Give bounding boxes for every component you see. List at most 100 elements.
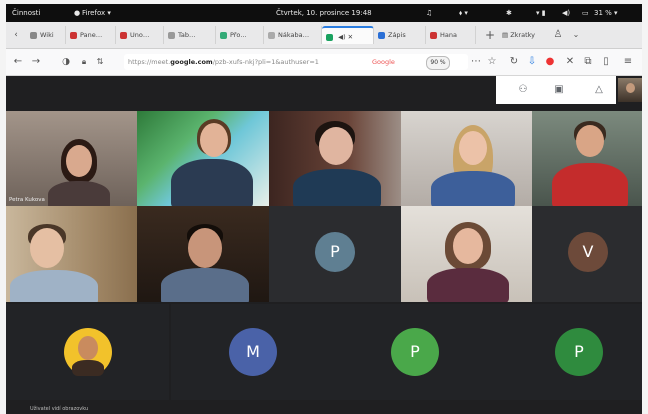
browser-tab[interactable]: Nákaba… — [264, 26, 322, 44]
participant-body — [293, 169, 381, 206]
close-x-icon[interactable]: ✕ — [562, 54, 578, 70]
video-tile[interactable] — [137, 206, 269, 302]
participant-body — [161, 268, 249, 302]
video-tile[interactable] — [6, 206, 137, 302]
clock[interactable]: Čtvrtek, 10. prosince 19:48 — [276, 4, 372, 22]
tab-favicon-icon — [268, 31, 275, 39]
network-icon[interactable]: ▾ ▮ — [536, 4, 546, 22]
tab-favicon-icon — [430, 31, 437, 39]
participant-name: Petra Kukova — [9, 197, 45, 203]
forward-button[interactable]: → — [28, 54, 44, 70]
participant-body — [10, 270, 98, 302]
url-bar[interactable]: https://meet.google.com/pzb-xufs-nkj?pli… — [124, 54, 468, 70]
activities-button[interactable]: Činnosti — [12, 4, 40, 22]
video-tile[interactable]: V — [532, 206, 642, 302]
site-label: Google — [372, 58, 395, 66]
activities-icon[interactable]: △ — [592, 84, 606, 96]
video-tile[interactable] — [401, 111, 532, 206]
browser-tab[interactable]: Zápis — [374, 26, 426, 44]
bottom-caption: Uživatel vidí obrazovku — [30, 406, 89, 412]
tab-label: Zápis — [388, 31, 406, 39]
video-tile[interactable] — [401, 206, 532, 302]
tab-label: Přo… — [230, 31, 247, 39]
participant-body — [171, 159, 253, 206]
browser-tab[interactable]: Přo… — [216, 26, 264, 44]
battery-percent[interactable]: 31 % ▾ — [594, 4, 618, 22]
meet-grid: ⚇ ▣ △ Petra Kukova P V M P P — [6, 76, 642, 414]
page-actions-icon[interactable]: ⋯ — [468, 54, 484, 70]
participant-face — [459, 131, 487, 165]
participant-face — [453, 228, 483, 264]
participant-avatar[interactable]: P — [391, 328, 439, 376]
permissions-icon[interactable]: ⇅ — [92, 54, 108, 70]
ublock-icon[interactable]: ● — [542, 54, 558, 70]
participants-icon[interactable]: ⚇ — [516, 84, 530, 96]
bookmarks-menu[interactable]: ▤ Zkratky — [502, 26, 535, 44]
account-icon[interactable]: ♙ — [550, 27, 566, 43]
browser-tab[interactable]: Uno… — [116, 26, 164, 44]
video-tile[interactable] — [532, 111, 642, 206]
video-tile[interactable] — [269, 111, 401, 206]
accessibility-icon[interactable]: ✱ — [506, 4, 512, 22]
navigation-bar: ← → ◑ 🔒︎ ⇅ https://meet.google.com/pzb-x… — [6, 49, 642, 76]
meet-toolbar: ⚇ ▣ △ — [496, 76, 616, 104]
video-tile[interactable] — [137, 111, 269, 206]
browser-tab[interactable]: Hana — [426, 26, 476, 44]
browser-tab[interactable]: Wiki — [26, 26, 66, 44]
tab-favicon-icon — [168, 31, 175, 39]
star-icon[interactable]: ☆ — [484, 54, 500, 70]
tab-meet-active[interactable]: ◀) ✕ — [322, 26, 374, 44]
tab-label: Nákaba… — [278, 31, 310, 39]
tab-favicon-icon — [70, 31, 77, 39]
tab-label: Tab… — [178, 31, 196, 39]
download-icon[interactable]: ⇩ — [524, 54, 540, 70]
participant-face — [66, 145, 92, 177]
url-prefix: https://meet. — [128, 58, 171, 66]
participant-avatar-photo — [64, 328, 112, 376]
shield-icon[interactable]: ◑ — [58, 54, 74, 70]
new-tab-button[interactable]: + — [482, 27, 498, 43]
tab-audio-close-icon[interactable]: ◀) ✕ — [336, 33, 353, 41]
self-view-thumbnail[interactable] — [618, 78, 642, 102]
zoom-level[interactable]: 90 % — [426, 56, 450, 70]
video-tile-group: M P P — [171, 304, 642, 400]
music-icon[interactable]: ♫ — [426, 4, 432, 22]
participant-body — [427, 268, 509, 302]
reader-icon[interactable]: ▯ — [598, 54, 614, 70]
url-path: /pzb-xufs-nkj?pli=1&authuser=1 — [212, 58, 319, 66]
extension-icon[interactable]: ⧉ — [580, 54, 596, 70]
video-tile[interactable]: P — [269, 206, 401, 302]
browser-tab[interactable]: Tab… — [164, 26, 216, 44]
self-face — [626, 83, 635, 93]
volume-icon[interactable]: ◀) — [562, 4, 570, 22]
reload-icon[interactable]: ↻ — [506, 54, 522, 70]
lock-icon[interactable]: 🔒︎ — [76, 54, 92, 70]
tab-favicon-icon — [30, 31, 37, 39]
bluetooth-icon[interactable]: ⬧ ▾ — [459, 4, 468, 22]
avatar-body — [72, 360, 104, 376]
tab-favicon-icon — [220, 31, 227, 39]
tab-label: Pane… — [80, 31, 103, 39]
participant-avatar: V — [568, 232, 608, 272]
url-domain: google.com — [170, 58, 213, 66]
video-tile[interactable]: Petra Kukova — [6, 111, 137, 206]
participant-face — [30, 228, 64, 268]
participant-avatar[interactable]: M — [229, 328, 277, 376]
menu-icon[interactable]: ≡ — [620, 54, 636, 70]
chat-icon[interactable]: ▣ — [552, 84, 566, 96]
back-button[interactable]: ← — [10, 54, 26, 70]
tab-favicon-icon — [378, 31, 385, 39]
tab-scroll-left-icon[interactable]: ‹ — [8, 27, 24, 43]
tab-strip: ‹ Wiki Pane… Uno… Tab… Přo… Nákaba… ◀) ✕ Zápis… — [6, 22, 642, 49]
app-menu[interactable]: Firefox ▾ — [82, 4, 111, 22]
participant-face — [200, 123, 228, 157]
browser-tab[interactable]: Pane… — [66, 26, 116, 44]
battery-icon: ▭ — [582, 9, 589, 17]
tab-list-icon[interactable]: ⌄ — [568, 27, 584, 43]
participant-body — [48, 181, 110, 206]
participant-face — [319, 127, 353, 165]
participant-face — [576, 125, 604, 157]
participant-face — [188, 228, 222, 268]
participant-avatar[interactable]: P — [555, 328, 603, 376]
video-tile[interactable] — [6, 304, 169, 400]
